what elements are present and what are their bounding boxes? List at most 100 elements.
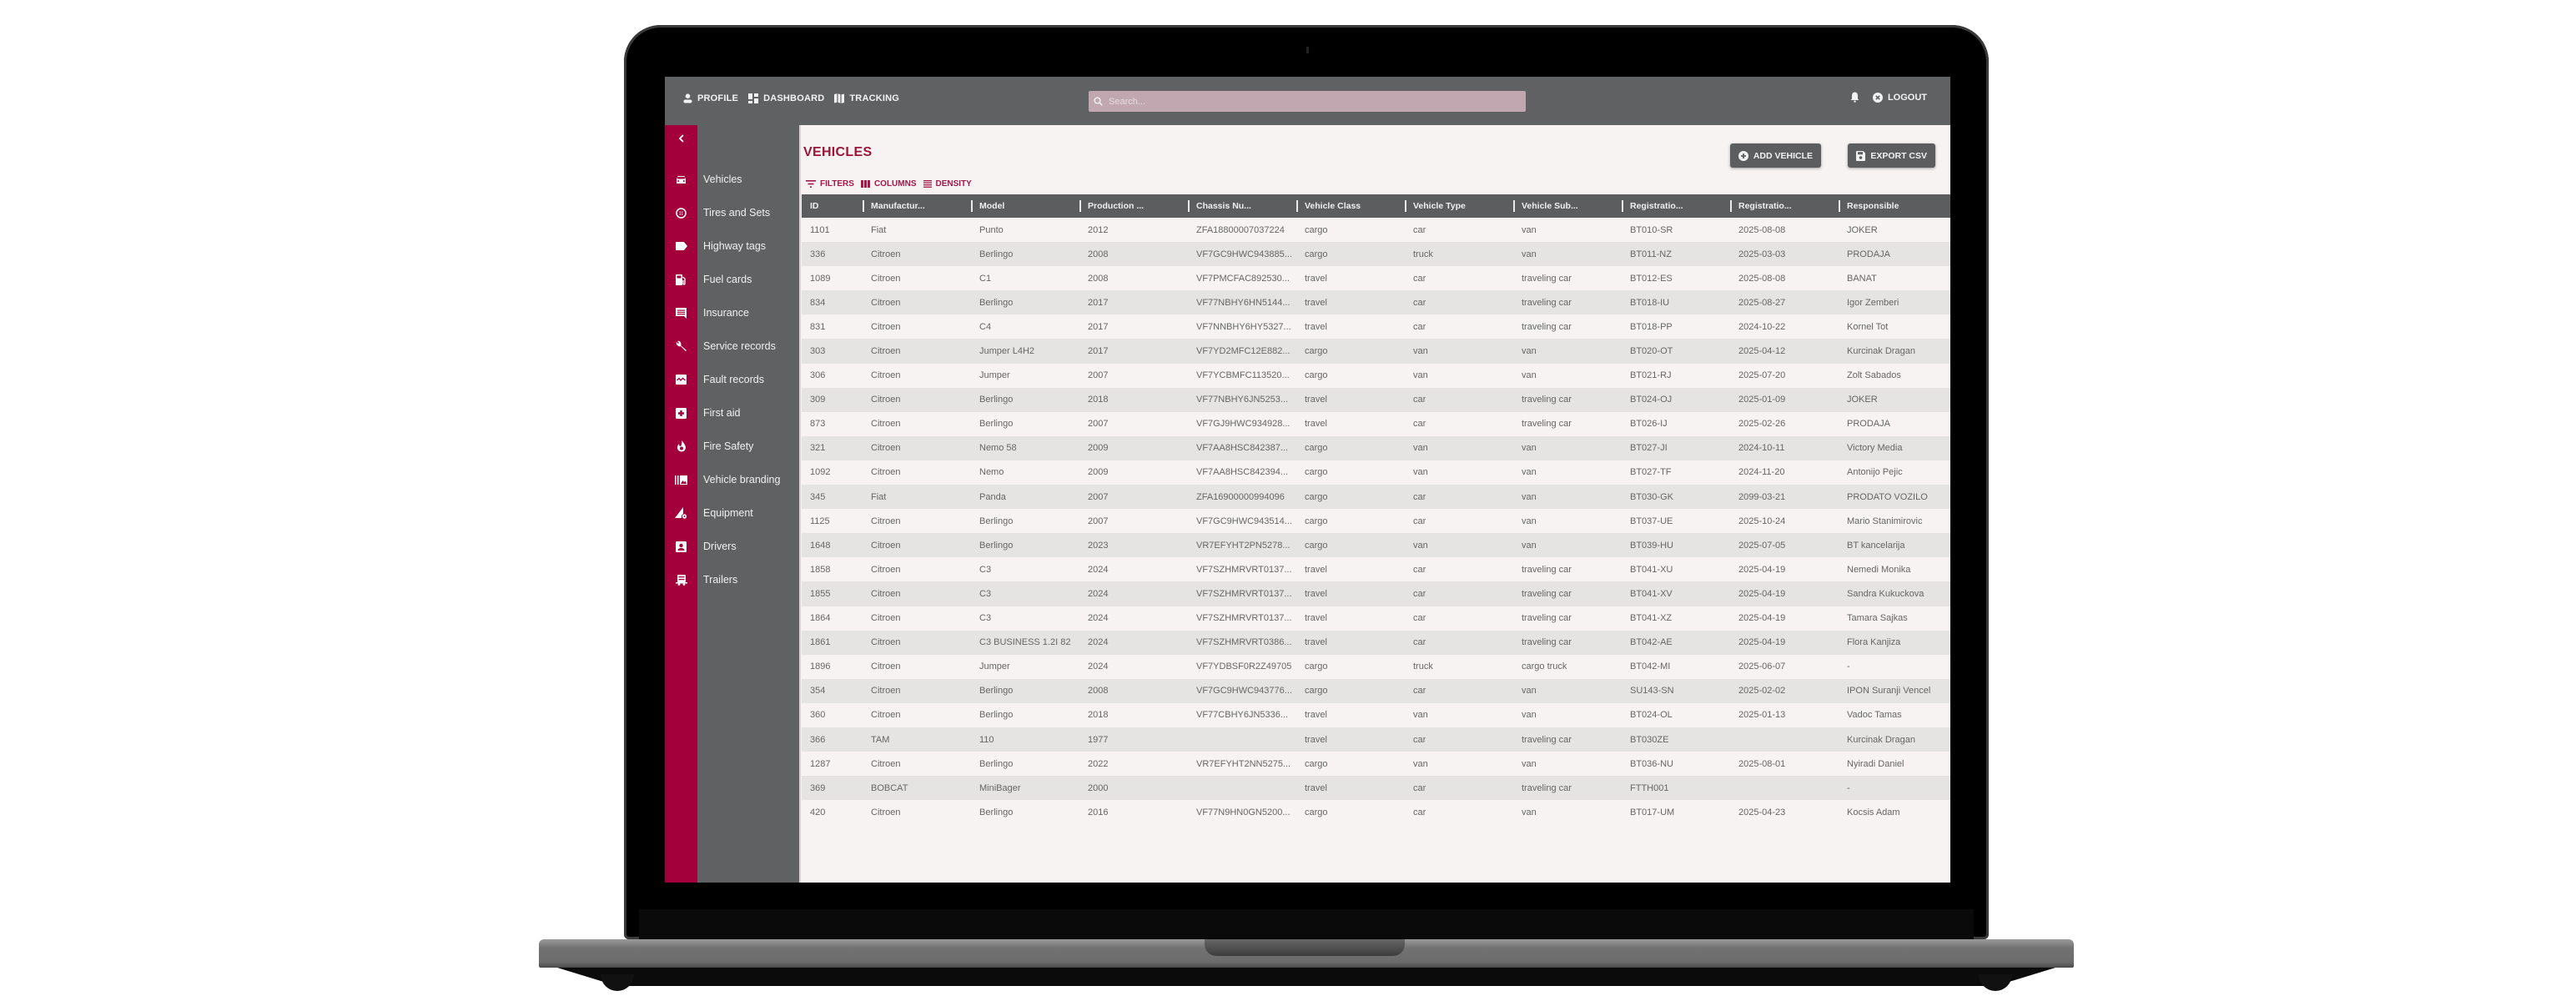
table-cell[interactable]: car bbox=[1405, 419, 1513, 429]
table-cell[interactable]: 2009 bbox=[1079, 443, 1188, 453]
table-cell[interactable]: travel bbox=[1296, 395, 1405, 405]
table-cell[interactable]: BT041-XU bbox=[1622, 565, 1730, 575]
table-cell[interactable]: cargo truck bbox=[1513, 661, 1622, 672]
table-cell[interactable]: 2009 bbox=[1079, 467, 1188, 477]
table-cell[interactable]: 1861 bbox=[802, 637, 863, 647]
table-cell[interactable]: Zolt Sabados bbox=[1839, 370, 1947, 380]
table-cell[interactable]: 2025-01-13 bbox=[1730, 710, 1839, 720]
table-cell[interactable]: PRODAJA bbox=[1839, 419, 1947, 429]
table-cell[interactable]: car bbox=[1405, 565, 1513, 575]
table-row[interactable]: 1089 Citroen C1 2008 VF7PMCFAC892530... trave… bbox=[802, 266, 1950, 291]
table-cell[interactable]: Igor Zemberi bbox=[1839, 298, 1947, 308]
column-separator[interactable] bbox=[1513, 200, 1515, 212]
table-cell[interactable]: 2012 bbox=[1079, 225, 1188, 235]
table-cell[interactable]: ZFA16900000994096 bbox=[1188, 492, 1296, 502]
table-cell[interactable]: Citroen bbox=[863, 589, 971, 599]
table-cell[interactable]: traveling car bbox=[1513, 274, 1622, 284]
sidebar-item-service-records[interactable]: Service records bbox=[665, 332, 799, 360]
table-cell[interactable]: 2024 bbox=[1079, 565, 1188, 575]
table-cell[interactable]: Vadoc Tamas bbox=[1839, 710, 1947, 720]
table-cell[interactable]: cargo bbox=[1296, 467, 1405, 477]
table-cell[interactable]: 2024-11-20 bbox=[1730, 467, 1839, 477]
table-cell[interactable]: travel bbox=[1296, 783, 1405, 793]
sidebar-item-tires-and-sets[interactable]: Tires and Sets bbox=[665, 199, 799, 227]
table-cell[interactable]: van bbox=[1405, 710, 1513, 720]
table-cell[interactable]: Citroen bbox=[863, 541, 971, 551]
table-row[interactable]: 420 Citroen Berlingo 2016 VF77N9HN0GN5200...… bbox=[802, 800, 1950, 825]
table-cell[interactable]: 2025-08-27 bbox=[1730, 298, 1839, 308]
table-cell[interactable]: 2022 bbox=[1079, 759, 1188, 769]
table-cell[interactable]: Citroen bbox=[863, 686, 971, 696]
table-cell[interactable]: Citroen bbox=[863, 370, 971, 380]
table-cell[interactable]: JOKER bbox=[1839, 395, 1947, 405]
table-cell[interactable]: VF7GC9HWC943885... bbox=[1188, 249, 1296, 259]
table-cell[interactable]: 2007 bbox=[1079, 516, 1188, 526]
table-cell[interactable]: car bbox=[1405, 589, 1513, 599]
table-cell[interactable]: 2007 bbox=[1079, 492, 1188, 502]
table-cell[interactable]: BOBCAT bbox=[863, 783, 971, 793]
column-separator[interactable] bbox=[1405, 200, 1406, 212]
table-cell[interactable]: Citroen bbox=[863, 565, 971, 575]
table-row[interactable]: 1092 Citroen Nemo 2009 VF7AA8HSC842394... car… bbox=[802, 460, 1950, 485]
table-cell[interactable]: travel bbox=[1296, 322, 1405, 332]
column-separator[interactable] bbox=[971, 200, 973, 212]
table-cell[interactable]: 2025-01-09 bbox=[1730, 395, 1839, 405]
table-cell[interactable]: Citroen bbox=[863, 322, 971, 332]
table-cell[interactable]: 2025-04-19 bbox=[1730, 637, 1839, 647]
column-header[interactable]: Vehicle Type bbox=[1405, 200, 1513, 212]
table-cell[interactable]: truck bbox=[1405, 661, 1513, 672]
table-cell[interactable]: Jumper L4H2 bbox=[971, 346, 1079, 356]
table-cell[interactable]: 2025-08-01 bbox=[1730, 759, 1839, 769]
table-cell[interactable]: Nemo 58 bbox=[971, 443, 1079, 453]
table-row[interactable]: 369 BOBCAT MiniBager 2000 travel car traveling… bbox=[802, 776, 1950, 801]
density-button[interactable]: DENSITY bbox=[923, 179, 972, 189]
table-cell[interactable]: van bbox=[1513, 686, 1622, 696]
table-cell[interactable]: VF7YD2MFC12E882... bbox=[1188, 346, 1296, 356]
table-cell[interactable]: Citroen bbox=[863, 443, 971, 453]
table-cell[interactable]: Berlingo bbox=[971, 419, 1079, 429]
table-cell[interactable]: VF7GC9HWC943776... bbox=[1188, 686, 1296, 696]
table-cell[interactable]: - bbox=[1839, 783, 1947, 793]
table-cell[interactable]: 834 bbox=[802, 298, 863, 308]
table-cell[interactable]: cargo bbox=[1296, 661, 1405, 672]
table-cell[interactable]: - bbox=[1839, 661, 1947, 672]
table-cell[interactable]: 336 bbox=[802, 249, 863, 259]
table-cell[interactable]: Citroen bbox=[863, 710, 971, 720]
table-cell[interactable]: Citroen bbox=[863, 395, 971, 405]
table-cell[interactable]: BT039-HU bbox=[1622, 541, 1730, 551]
table-cell[interactable]: van bbox=[1513, 759, 1622, 769]
table-row[interactable]: 309 Citroen Berlingo 2018 VF77NBHY6JN5253...… bbox=[802, 387, 1950, 412]
table-cell[interactable]: traveling car bbox=[1513, 589, 1622, 599]
table-cell[interactable]: VF7SZHMRVRT0386... bbox=[1188, 637, 1296, 647]
table-row[interactable]: 303 Citroen Jumper L4H2 2017 VF7YD2MFC12E882… bbox=[802, 339, 1950, 364]
table-cell[interactable]: VF7SZHMRVRT0137... bbox=[1188, 589, 1296, 599]
table-cell[interactable]: truck bbox=[1405, 249, 1513, 259]
table-cell[interactable]: BT030-GK bbox=[1622, 492, 1730, 502]
table-cell[interactable]: traveling car bbox=[1513, 735, 1622, 745]
table-cell[interactable]: Sandra Kukuckova bbox=[1839, 589, 1947, 599]
table-cell[interactable]: 369 bbox=[802, 783, 863, 793]
table-cell[interactable]: 2024-10-22 bbox=[1730, 322, 1839, 332]
table-row[interactable]: 366 TAM 110 1977 travel car traveling car BT030… bbox=[802, 727, 1950, 752]
table-cell[interactable]: Citroen bbox=[863, 298, 971, 308]
column-separator[interactable] bbox=[1839, 200, 1840, 212]
table-cell[interactable]: Panda bbox=[971, 492, 1079, 502]
table-cell[interactable]: 345 bbox=[802, 492, 863, 502]
table-row[interactable]: 336 Citroen Berlingo 2008 VF7GC9HWC943885...… bbox=[802, 242, 1950, 267]
table-cell[interactable]: Citroen bbox=[863, 613, 971, 623]
search-input[interactable] bbox=[1107, 95, 1511, 108]
table-cell[interactable]: van bbox=[1405, 346, 1513, 356]
table-cell[interactable]: 2018 bbox=[1079, 710, 1188, 720]
table-cell[interactable]: Citroen bbox=[863, 807, 971, 817]
table-cell[interactable]: 306 bbox=[802, 370, 863, 380]
table-cell[interactable]: van bbox=[1513, 249, 1622, 259]
table-cell[interactable]: car bbox=[1405, 395, 1513, 405]
table-cell[interactable]: travel bbox=[1296, 735, 1405, 745]
table-cell[interactable]: VF7AA8HSC842394... bbox=[1188, 467, 1296, 477]
table-cell[interactable]: Kurcinak Dragan bbox=[1839, 346, 1947, 356]
table-cell[interactable]: Berlingo bbox=[971, 759, 1079, 769]
table-cell[interactable]: 2008 bbox=[1079, 249, 1188, 259]
table-row[interactable]: 831 Citroen C4 2017 VF7NNBHY6HY5327... travel… bbox=[802, 314, 1950, 340]
export-csv-button[interactable]: EXPORT CSV bbox=[1848, 143, 1935, 168]
table-cell[interactable]: Citroen bbox=[863, 274, 971, 284]
